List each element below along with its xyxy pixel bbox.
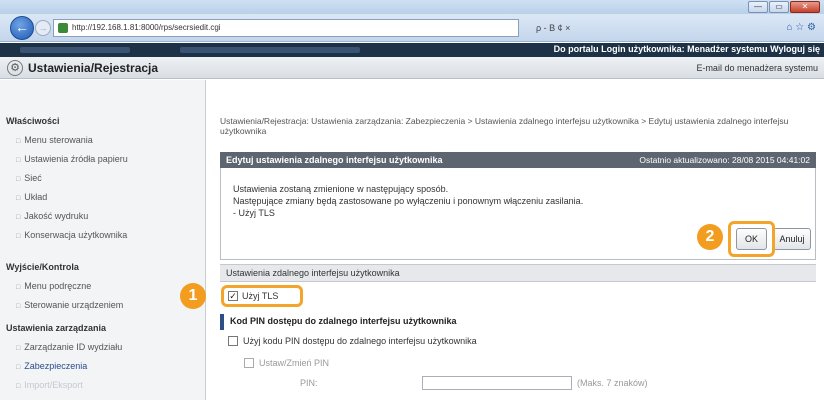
use-pin-checkbox[interactable] [228,336,238,346]
sidebar-item[interactable]: Menu podręczne [16,281,91,291]
address-tools[interactable]: ρ - B ¢ × [520,19,670,37]
page-header: ⚙ Ustawienia/Rejestracja E-mail do menad… [0,57,824,79]
browser-toolbar-icons[interactable]: ⌂ ☆ ⚙ [700,19,820,37]
panel-title: Edytuj ustawienia zdalnego interfejsu uż… [226,155,443,165]
maximize-button[interactable]: ▭ [769,1,789,13]
blurred-text [20,47,130,53]
tls-highlight [221,285,303,307]
pin-label: PIN: [300,378,318,388]
settings-icon: ⚙ [7,60,23,76]
sidebar-item[interactable]: Menu sterowania [16,135,93,145]
top-bar: Do portalu Login użytkownika: Menadżer s… [0,43,824,57]
section-title: Ustawienia zdalnego interfejsu użytkowni… [226,268,400,278]
set-pin-checkbox[interactable] [244,358,254,368]
sidebar-item[interactable]: Sterowanie urządzeniem [16,300,123,310]
step-1-badge: 1 [180,283,206,309]
window-controls: — ▭ ✕ [748,1,820,13]
ok-highlight [728,221,775,257]
top-links[interactable]: Do portalu Login użytkownika: Menadżer s… [554,44,820,54]
sidebar-item[interactable]: Sieć [16,173,42,183]
message-line: Ustawienia zostaną zmienione w następują… [233,184,449,194]
set-pin-label: Ustaw/Zmień PIN [259,358,330,368]
site-icon [58,23,68,33]
forward-button[interactable]: → [35,20,51,36]
section-header: Ustawienia zdalnego interfejsu użytkowni… [220,264,816,282]
browser-navbar: ← → http://192.168.1.81:8000/rps/secrsie… [0,14,824,42]
cancel-button[interactable]: Anuluj [773,228,811,250]
sidebar-heading: Wyjście/Kontrola [6,262,79,272]
sidebar-heading: Właściwości [6,116,60,126]
sidebar-heading: Ustawienia zarządzania [6,323,107,333]
email-admin-link[interactable]: E-mail do menadżera systemu [696,63,818,73]
section-title: Kod PIN dostępu do zdalnego interfejsu u… [230,316,457,326]
blurred-text [180,47,360,53]
confirmation-panel: Ustawienia zostaną zmienione w następują… [220,168,816,260]
page-title: Ustawienia/Rejestracja [28,61,159,75]
sidebar-item[interactable]: Układ [16,192,47,202]
sidebar-item-security[interactable]: Zabezpieczenia [16,361,87,371]
sidebar-item[interactable]: Import/Eksport [16,380,83,390]
last-updated: Ostatnio aktualizowano: 28/08 2015 04:41… [639,155,810,165]
url-text: http://192.168.1.81:8000/rps/secrsiedit.… [72,23,221,32]
message-line: - Użyj TLS [233,208,275,218]
message-line: Następujące zmiany będą zastosowane po w… [233,196,584,206]
sidebar-item[interactable]: Jakość wydruku [16,211,88,221]
pin-hint: (Maks. 7 znaków) [577,378,648,388]
window-titlebar: — ▭ ✕ [0,0,824,14]
sidebar-item[interactable]: Zarządzanie ID wydziału [16,342,122,352]
breadcrumb: Ustawienia/Rejestracja: Ustawienia zarzą… [220,116,789,136]
section-header: Kod PIN dostępu do zdalnego interfejsu u… [220,314,816,330]
use-pin-label: Użyj kodu PIN dostępu do zdalnego interf… [243,336,477,346]
close-button[interactable]: ✕ [790,1,820,13]
sidebar-item[interactable]: Ustawienia źródła papieru [16,154,128,164]
pin-input[interactable] [422,376,572,390]
sidebar-item[interactable]: Konserwacja użytkownika [16,230,127,240]
back-button[interactable]: ← [10,16,34,40]
address-bar[interactable]: http://192.168.1.81:8000/rps/secrsiedit.… [53,19,519,37]
panel-header: Edytuj ustawienia zdalnego interfejsu uż… [220,152,816,168]
minimize-button[interactable]: — [748,1,768,13]
sidebar [0,80,206,400]
step-2-badge: 2 [697,224,723,250]
